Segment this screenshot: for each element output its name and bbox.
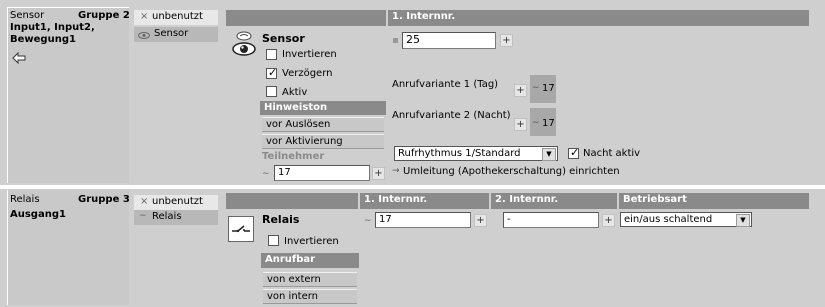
participant-plus-button[interactable]: + [372, 167, 385, 180]
relais-title: Ausgang1 [10, 209, 66, 220]
relais-internnr2-input[interactable]: - [503, 212, 599, 228]
internnr-input[interactable]: 25 [402, 32, 496, 49]
x-icon: × [140, 11, 149, 22]
relais-info-cell [7, 190, 129, 305]
relais-col-betriebsart-header: Betriebsart [619, 193, 809, 209]
rufrhythmus-value: Rufrhythmus 1/Standard [398, 148, 521, 159]
internnr1-wave-icon: ∼ [364, 216, 372, 226]
relais-invertieren-checkbox[interactable] [268, 235, 279, 246]
internnr-plus-button[interactable]: + [500, 34, 513, 47]
invertieren-checkbox[interactable] [266, 49, 277, 60]
option-label: unbenutzt [152, 196, 203, 207]
tone-item-vor-aktivierung[interactable]: vor Aktivierung [262, 134, 384, 149]
eye-small-icon [138, 31, 150, 39]
rufrhythmus-select[interactable]: Rufrhythmus 1/Standard ▼ [394, 146, 558, 161]
relay-switch-icon [228, 216, 254, 242]
sensor-device-name: Sensor [262, 32, 305, 45]
sensor-title: Input1, Input2, Bewegung1 [10, 22, 95, 45]
betriebsart-select[interactable]: ein/aus schaltend ▼ [620, 212, 752, 227]
sensor-type-label: Sensor [10, 10, 45, 21]
anrufvariante-tag-value[interactable]: ∼ 17 [530, 75, 556, 103]
anrufvariante-nacht-value[interactable]: ∼ 17 [530, 108, 556, 136]
sensor-option-unbenutzt[interactable]: × unbenutzt [134, 10, 218, 25]
teilnehmer-label: Teilnehmer [262, 151, 325, 162]
invertieren-label: Invertieren [282, 49, 337, 60]
betriebsart-value: ein/aus schaltend [624, 214, 713, 225]
chevron-down-icon[interactable]: ▼ [736, 214, 750, 227]
relais-group-label: Gruppe 3 [78, 194, 130, 205]
anrufbar-header: Anrufbar [261, 253, 359, 268]
internnr-bullet-icon [393, 38, 398, 43]
relais-option-relais[interactable]: ∼ Relais [134, 210, 218, 225]
eye-icon [232, 28, 256, 58]
sensor-header-bar [226, 10, 386, 26]
relais-type-label: Relais [10, 194, 40, 205]
relais-internnr1-input[interactable]: 17 [375, 212, 471, 228]
sensor-col-internnr-header: 1. Internnr. [388, 10, 809, 26]
relais-col-internnr2-header: 2. Internnr. [491, 193, 617, 209]
anrufvariante-nacht-plus-button[interactable]: + [514, 118, 527, 131]
relais-col-internnr1-header: 1. Internnr. [360, 193, 489, 209]
chevron-down-icon[interactable]: ▼ [542, 148, 556, 161]
aktiv-label: Aktiv [282, 87, 308, 98]
anrufvariante-nacht-number: 17 [542, 118, 555, 129]
arrow-left-icon[interactable] [12, 51, 26, 65]
call-item-von-intern[interactable]: von intern [263, 289, 357, 304]
sensor-group-label: Gruppe 2 [78, 10, 130, 21]
relais-device-name: Relais [262, 213, 300, 226]
nacht-aktiv-label: Nacht aktiv [583, 148, 641, 159]
relay-small-icon: ∼ [139, 211, 147, 221]
participant-input[interactable]: 17 [274, 165, 370, 181]
arrow-right-icon: → [392, 166, 400, 176]
relais-internnr1-plus-button[interactable]: + [474, 214, 487, 227]
anrufvariante-tag-plus-button[interactable]: + [514, 84, 527, 97]
relais-internnr2-plus-button[interactable]: + [602, 214, 615, 227]
wave-icon: ∼ [532, 118, 540, 128]
verzoegern-label: Verzögern [282, 68, 333, 79]
sensor-option-sensor[interactable]: Sensor [134, 27, 218, 42]
anrufvariante-nacht-label: Anrufvariante 2 (Nacht) [392, 110, 511, 121]
umleitung-link[interactable]: Umleitung (Apothekerschaltung) einrichte… [403, 166, 620, 177]
participant-wave-icon: ∼ [262, 169, 270, 179]
anrufvariante-tag-label: Anrufvariante 1 (Tag) [392, 79, 499, 90]
x-icon: × [140, 196, 149, 207]
anrufvariante-tag-number: 17 [542, 83, 555, 94]
verzoegern-checkbox[interactable] [266, 66, 277, 79]
option-label: Relais [152, 211, 182, 222]
relais-invertieren-label: Invertieren [284, 236, 339, 247]
call-item-von-extern[interactable]: von extern [263, 272, 357, 287]
relais-option-unbenutzt[interactable]: × unbenutzt [134, 195, 218, 210]
wave-icon: ∼ [532, 83, 540, 93]
aktiv-checkbox[interactable] [266, 86, 277, 97]
nacht-aktiv-checkbox[interactable] [568, 146, 579, 159]
tone-item-vor-ausloesen[interactable]: vor Auslösen [262, 117, 384, 132]
option-label: Sensor [154, 28, 189, 39]
relais-header-bar [226, 193, 358, 209]
option-label: unbenutzt [152, 11, 203, 22]
hinweiston-header: Hinweiston [260, 101, 386, 115]
